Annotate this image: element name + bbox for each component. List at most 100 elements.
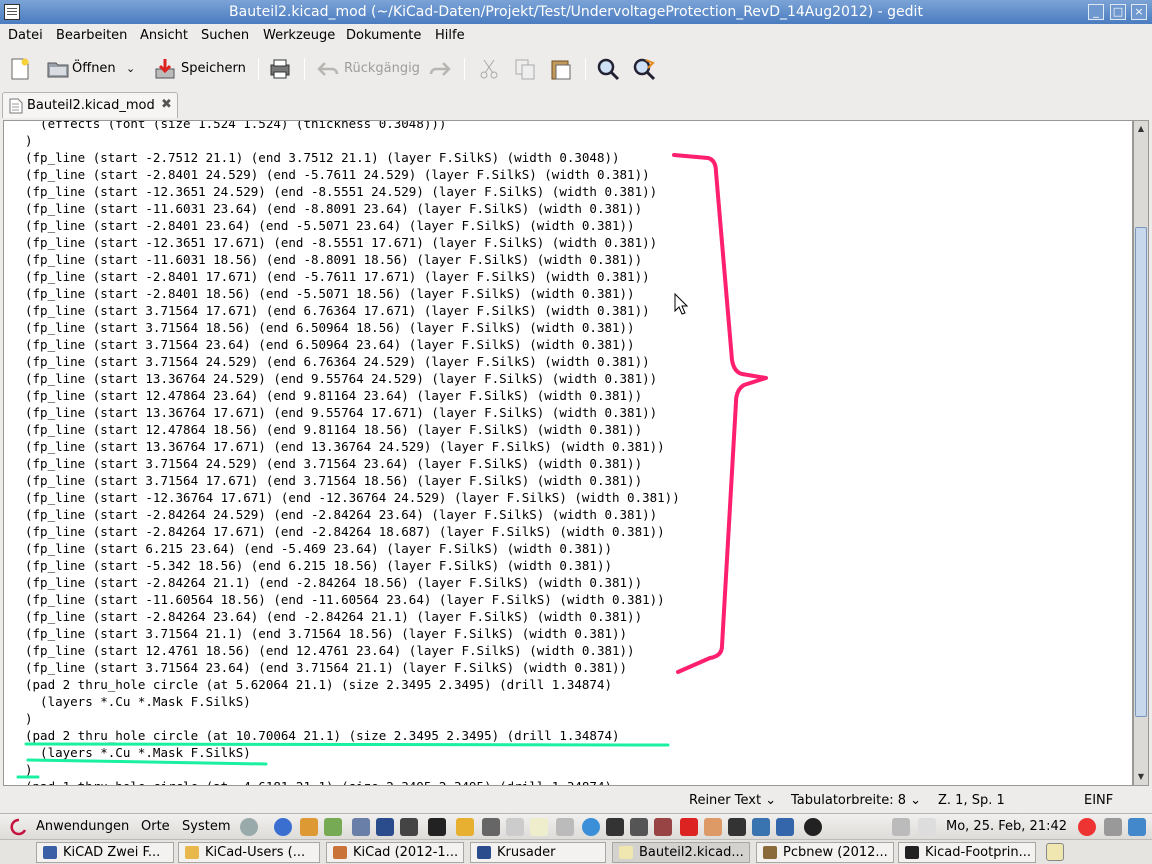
power-icon[interactable]	[1104, 818, 1122, 836]
save-icon[interactable]	[153, 57, 177, 81]
taskbar: KiCAD Zwei F... KiCad-Users (... KiCad (…	[0, 839, 1152, 864]
tab-width-selector[interactable]: Tabulatorbreite: 8 ⌄	[791, 793, 921, 808]
applications-menu[interactable]: Anwendungen	[36, 819, 129, 834]
scroll-up-arrow-icon[interactable]: ▲	[1134, 122, 1148, 136]
taskbar-item-active[interactable]: Bauteil2.kicad...	[612, 842, 750, 863]
calculator-launcher-icon[interactable]	[482, 818, 500, 836]
menu-datei[interactable]: Datei	[8, 28, 43, 43]
text-editor[interactable]: (effects (font (size 1.524 1.524) (thick…	[3, 120, 1133, 786]
vertical-scrollbar[interactable]: ▲ ▼	[1133, 120, 1149, 786]
taskbar-item[interactable]: Krusader	[470, 842, 606, 863]
maximize-icon[interactable]: □	[1110, 4, 1126, 20]
launcher-icon[interactable]	[352, 818, 370, 836]
code-line: )	[25, 133, 33, 148]
code-line: (fp_line (start -2.84264 24.529) (end -2…	[25, 507, 658, 522]
notes-icon[interactable]	[918, 818, 936, 836]
menu-werkzeuge[interactable]: Werkzeuge	[263, 28, 335, 43]
window-icon	[43, 846, 57, 859]
scroll-down-arrow-icon[interactable]: ▼	[1134, 770, 1148, 784]
launcher-icon[interactable]	[728, 818, 746, 836]
clock[interactable]: Mo, 25. Feb, 21:42	[946, 819, 1067, 834]
launcher-icon[interactable]	[654, 818, 672, 836]
menu-suchen[interactable]: Suchen	[201, 28, 249, 43]
browser-launcher-icon[interactable]	[274, 818, 292, 836]
menu-hilfe[interactable]: Hilfe	[435, 28, 465, 43]
print-icon[interactable]	[268, 57, 292, 81]
code-line: (fp_line (start -11.6031 18.56) (end -8.…	[25, 252, 643, 267]
debian-swirl-icon[interactable]	[10, 818, 28, 836]
network-signal-icon[interactable]	[1128, 818, 1146, 836]
open-dropdown-chevron-icon[interactable]: ⌄	[126, 62, 135, 75]
window-titlebar[interactable]: Bauteil2.kicad_mod (~/KiCad-Daten/Projek…	[0, 0, 1152, 24]
text-editor-launcher-icon[interactable]	[530, 818, 548, 836]
copy-icon[interactable]	[513, 57, 537, 81]
launcher-icon[interactable]	[300, 818, 318, 836]
menu-ansicht[interactable]: Ansicht	[140, 28, 188, 43]
code-line: (fp_line (start -5.342 18.56) (end 6.215…	[25, 558, 612, 573]
open-button-label[interactable]: Öffnen	[72, 61, 116, 76]
code-line: (fp_line (start 3.71564 17.671) (end 6.7…	[25, 303, 650, 318]
alarm-clock-icon[interactable]	[1078, 818, 1096, 836]
notes-icon[interactable]	[1046, 843, 1064, 861]
terminal-launcher-icon[interactable]	[428, 818, 446, 836]
scrollbar-thumb[interactable]	[1135, 227, 1147, 717]
code-line: (fp_line (start 13.36764 17.671) (end 13…	[25, 439, 665, 454]
launcher-icon[interactable]	[456, 818, 474, 836]
taskbar-item[interactable]: Pcbnew (2012...	[756, 842, 894, 863]
launcher-icon[interactable]	[606, 818, 624, 836]
code-line: (fp_line (start -2.8401 18.56) (end -5.5…	[25, 286, 635, 301]
launcher-icon[interactable]	[704, 818, 722, 836]
paste-icon[interactable]	[549, 57, 573, 81]
code-line: (fp_line (start -12.36764 17.671) (end -…	[25, 490, 680, 505]
launcher-icon[interactable]	[506, 818, 524, 836]
code-line: (fp_line (start -2.84264 17.671) (end -2…	[25, 524, 665, 539]
code-line: (fp_line (start -12.3651 17.671) (end -8…	[25, 235, 658, 250]
code-line: (fp_line (start -2.8401 24.529) (end -5.…	[25, 167, 650, 182]
launcher-icon[interactable]	[804, 818, 822, 836]
tex-launcher-icon[interactable]	[556, 818, 574, 836]
window-icon	[619, 846, 633, 859]
taskbar-item[interactable]: KiCAD Zwei F...	[36, 842, 174, 863]
save-button-label[interactable]: Speichern	[181, 61, 246, 76]
launcher-icon[interactable]	[582, 818, 600, 836]
places-menu[interactable]: Orte	[141, 819, 170, 834]
launcher-icon[interactable]	[400, 818, 418, 836]
close-window-icon[interactable]: ×	[1131, 4, 1147, 20]
statusbar: Reiner Text ⌄ Tabulatorbreite: 8 ⌄ Z. 1,…	[0, 789, 1152, 811]
code-line: (fp_line (start -2.84264 23.64) (end -2.…	[25, 609, 643, 624]
code-line: (layers *.Cu *.Mask F.SilkS)	[25, 745, 251, 760]
menu-dokumente[interactable]: Dokumente	[346, 28, 421, 43]
syntax-mode-selector[interactable]: Reiner Text ⌄	[689, 793, 776, 808]
launcher-icon[interactable]	[680, 818, 698, 836]
launcher-icon[interactable]	[630, 818, 648, 836]
launcher-icon[interactable]	[776, 818, 794, 836]
search-replace-icon[interactable]	[632, 57, 656, 81]
taskbar-item[interactable]: KiCad (2012-1...	[326, 842, 464, 863]
redo-icon[interactable]	[428, 57, 452, 81]
taskbar-item[interactable]: Kicad-Footprin...	[898, 842, 1036, 863]
menubar: Datei Bearbeiten Ansicht Suchen Werkzeug…	[0, 25, 1152, 47]
new-document-icon[interactable]	[8, 57, 32, 81]
tab-bauteil2[interactable]: Bauteil2.kicad_mod ✖	[2, 92, 178, 118]
taskbar-item[interactable]: KiCad-Users (...	[178, 842, 320, 863]
toolbar-separator	[304, 58, 305, 80]
minimize-icon[interactable]: _	[1088, 4, 1104, 20]
system-menu[interactable]: System	[182, 819, 230, 834]
undo-button-label[interactable]: Rückgängig	[344, 61, 420, 76]
search-icon[interactable]	[596, 57, 620, 81]
launcher-icon[interactable]	[324, 818, 342, 836]
code-line: (fp_line (start 6.215 23.64) (end -5.469…	[25, 541, 612, 556]
cursor-position: Z. 1, Sp. 1	[938, 793, 1005, 808]
menu-bearbeiten[interactable]: Bearbeiten	[56, 28, 127, 43]
volume-icon[interactable]	[892, 818, 910, 836]
close-tab-icon[interactable]: ✖	[161, 97, 172, 112]
code-line: (fp_line (start -2.8401 23.64) (end -5.5…	[25, 218, 635, 233]
launcher-icon[interactable]	[240, 818, 258, 836]
open-folder-icon[interactable]	[46, 57, 70, 81]
code-line: (fp_line (start 3.71564 21.1) (end 3.715…	[25, 626, 628, 641]
launcher-icon[interactable]	[376, 818, 394, 836]
undo-icon[interactable]	[316, 57, 340, 81]
cut-icon[interactable]	[477, 57, 501, 81]
window-icon	[477, 846, 491, 859]
python-launcher-icon[interactable]	[752, 818, 770, 836]
